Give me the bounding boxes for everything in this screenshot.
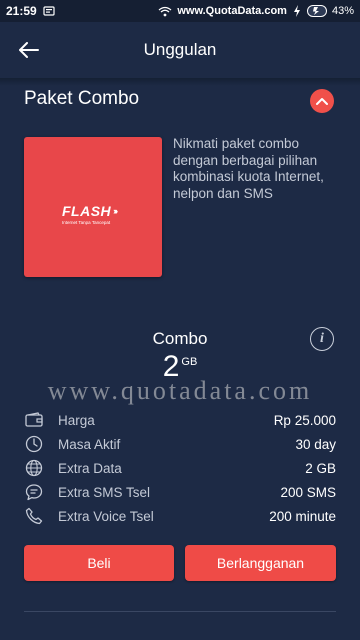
package-title: Paket Combo [24,88,140,109]
subscribe-button[interactable]: Berlangganan [185,545,336,581]
amount-unit: GB [181,356,198,368]
detail-row-extra-data: Extra Data 2 GB [24,457,336,479]
chevrons-icon: ››› [113,206,118,216]
divider [24,611,336,612]
detail-label: Masa Aktif [58,436,121,452]
app-bar-shadow [0,78,360,86]
page-title: Unggulan [143,40,217,59]
status-time: 21:59 [6,4,37,18]
detail-row-price: Harga Rp 25.000 [24,409,336,431]
detail-value: 2 GB [305,460,336,476]
app-bar: Unggulan [0,22,360,78]
detail-label: Extra SMS Tsel [58,484,151,500]
chevron-up-icon [316,98,328,105]
wallet-icon [24,410,44,430]
detail-value: 30 day [295,436,336,452]
battery-icon [306,5,327,17]
back-button[interactable] [14,36,44,64]
globe-icon [24,458,44,478]
detail-label: Harga [58,412,95,428]
status-site-text: www.QuotaData.com [177,5,287,17]
product-image-card: FLASH ››› Internet Tanpa Tancepat [24,137,162,277]
flash-logo: FLASH ››› [62,203,118,219]
detail-label: Extra Voice Tsel [58,508,154,524]
detail-row-validity: Masa Aktif 30 day [24,433,336,455]
arrow-left-icon [19,42,39,58]
clock-icon [24,434,44,454]
detail-label: Extra Data [58,460,122,476]
detail-row-extra-sms: Extra SMS Tsel 200 SMS [24,481,336,503]
package-description: Nikmati paket combo dengan berbagai pili… [173,136,324,201]
chat-bubble-icon [24,482,44,502]
detail-value: Rp 25.000 [273,412,336,428]
flash-logo-text: FLASH [62,203,112,219]
detail-row-extra-voice: Extra Voice Tsel 200 minute [24,505,336,527]
status-bar: 21:59 www.QuotaData.com 43% [0,0,360,22]
collapse-button[interactable] [310,89,334,113]
detail-value: 200 SMS [280,484,336,500]
detail-value: 200 minute [269,508,336,524]
wifi-icon [158,6,172,17]
combo-label: Combo [152,329,208,348]
battery-percentage: 43% [331,5,354,17]
notification-icon [43,5,55,17]
flash-logo-tagline: Internet Tanpa Tancepat [62,220,111,225]
watermark: www.quotadata.com [47,376,313,405]
sync-icon [292,5,302,17]
buy-button[interactable]: Beli [24,545,174,581]
phone-icon [24,506,44,526]
